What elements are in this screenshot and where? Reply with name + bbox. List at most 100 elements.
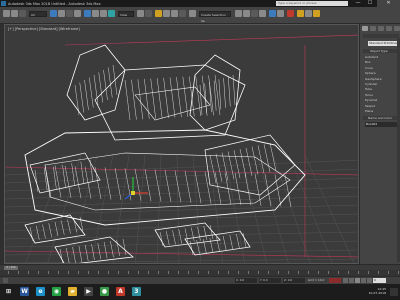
rotate-icon[interactable]	[92, 10, 99, 17]
pod-hatch	[89, 77, 94, 108]
named-selection-dropdown[interactable]: Create Selection Se	[199, 11, 231, 23]
media-icon[interactable]: ▶	[84, 287, 93, 296]
maximize-button[interactable]: ☐	[364, 0, 376, 7]
render-setup-icon[interactable]	[297, 10, 304, 17]
whatsapp-icon[interactable]: ◉	[52, 287, 61, 296]
undo-icon[interactable]	[3, 10, 10, 17]
object-type-plane[interactable]: Plane	[365, 109, 373, 113]
object-type-autogrid[interactable]: AutoGrid	[365, 55, 378, 59]
angle-snap-icon[interactable]	[163, 10, 170, 17]
object-type-cone[interactable]: Cone	[365, 66, 373, 70]
mech-wireframe-model[interactable]	[24, 44, 306, 264]
ie-icon[interactable]: e	[36, 287, 45, 296]
x-coordinate-field[interactable]: X: 0.0	[235, 278, 257, 283]
3dsmax-icon[interactable]: 3	[132, 287, 141, 296]
mirror-icon[interactable]	[235, 10, 242, 17]
3dsmax-app-icon[interactable]	[1, 1, 6, 6]
object-type-pyramid[interactable]: Pyramid	[365, 98, 377, 102]
window-title: Autodesk 3ds Max 2018 Untitled - Autodes…	[8, 1, 101, 6]
region-select-icon[interactable]	[66, 10, 73, 17]
y-coordinate-field[interactable]: Y: 0.0	[259, 278, 281, 283]
transform-gizmo[interactable]	[124, 177, 148, 200]
object-name-field[interactable]: Box001	[365, 122, 397, 127]
goto-start-icon[interactable]	[343, 278, 348, 283]
object-type-sphere[interactable]: Sphere	[365, 71, 376, 75]
hull-hatch	[134, 168, 142, 201]
close-button[interactable]: ✕	[377, 0, 400, 7]
maxscript-listener-icon[interactable]	[3, 278, 8, 283]
auto-key-button[interactable]	[329, 278, 341, 283]
select-by-name-icon[interactable]	[58, 10, 65, 17]
goto-end-icon[interactable]	[367, 278, 372, 283]
leg-hatch	[236, 233, 240, 249]
track-tick	[168, 271, 169, 274]
object-type-header[interactable]: Object Type	[370, 49, 388, 53]
turret-hatch	[131, 79, 137, 120]
track-tick	[48, 271, 49, 274]
object-type-box[interactable]: Box	[365, 60, 371, 64]
window-crossing-icon[interactable]	[74, 10, 81, 17]
leg-hatch	[191, 227, 195, 242]
spinner-snap-icon[interactable]	[179, 10, 186, 17]
redo-icon[interactable]	[11, 10, 18, 17]
object-type-geosphere[interactable]: GeoSphere	[365, 77, 382, 81]
current-frame-field[interactable]: 0	[373, 278, 386, 283]
primitive-type-dropdown[interactable]: Standard Primitives	[368, 41, 399, 46]
object-type-cylinder[interactable]: Cylinder	[365, 82, 377, 86]
leg-hatch	[122, 238, 127, 256]
grid-line	[224, 154, 245, 263]
select-object-icon[interactable]	[50, 10, 57, 17]
object-type-tube[interactable]: Tube	[365, 87, 372, 91]
taskbar-clock[interactable]: 12:45 10-07-2018	[369, 287, 386, 295]
motion-tab[interactable]	[386, 26, 392, 31]
percent-snap-icon[interactable]	[171, 10, 178, 17]
pivot-center-icon[interactable]	[137, 10, 144, 17]
create-tab[interactable]	[362, 26, 368, 31]
word-icon[interactable]: W	[20, 287, 29, 296]
align-icon[interactable]	[243, 10, 250, 17]
turret-hatch	[195, 76, 201, 117]
name-color-header[interactable]: Name and Color	[368, 116, 392, 120]
object-type-teapot[interactable]: Teapot	[365, 104, 375, 108]
link-icon[interactable]	[19, 10, 26, 17]
play-icon[interactable]	[355, 278, 360, 283]
viewport-label[interactable]: [+] [Perspective] [Standard] [Wireframe]	[8, 27, 80, 31]
turret-hatch	[169, 77, 176, 118]
place-icon[interactable]	[108, 10, 115, 17]
curve-editor-icon[interactable]	[269, 10, 276, 17]
pod-hatch	[108, 67, 113, 98]
schematic-view-icon[interactable]	[277, 10, 284, 17]
chrome-icon[interactable]: ●	[100, 287, 109, 296]
reference-coordinate-dropdown[interactable]: View	[118, 11, 134, 17]
folder-icon[interactable]: ▰	[68, 287, 77, 296]
notification-icon[interactable]	[390, 288, 398, 296]
gizmo-center[interactable]	[131, 191, 135, 195]
next-frame-icon[interactable]	[361, 278, 366, 283]
scale-icon[interactable]	[100, 10, 107, 17]
layer-explorer-icon[interactable]	[251, 10, 258, 17]
minimize-button[interactable]: —	[352, 0, 364, 7]
z-coordinate-field[interactable]: Z: 0.0	[283, 278, 305, 283]
autodesk-icon[interactable]: A	[116, 287, 125, 296]
leg-hatch	[172, 230, 176, 245]
modify-tab[interactable]	[370, 26, 376, 31]
keyword-search-input[interactable]: Type a keyword or phrase	[276, 1, 348, 6]
start-icon[interactable]: ⊞	[4, 287, 13, 296]
snaps-toggle-icon[interactable]	[155, 10, 162, 17]
keyboard-shortcut-icon[interactable]	[145, 10, 152, 17]
display-tab[interactable]	[394, 26, 400, 31]
track-tick	[328, 271, 329, 274]
material-editor-icon[interactable]	[287, 10, 294, 17]
perspective-viewport[interactable]: [+] [Perspective] [Standard] [Wireframe]	[4, 24, 359, 264]
object-type-torus[interactable]: Torus	[365, 93, 373, 97]
edit-named-selection-icon[interactable]	[189, 10, 196, 17]
graphite-toolbar-icon[interactable]	[259, 10, 266, 17]
track-tick	[118, 271, 119, 274]
prev-frame-icon[interactable]	[349, 278, 354, 283]
track-tick	[228, 271, 229, 274]
move-icon[interactable]	[84, 10, 91, 17]
rendered-frame-window-icon[interactable]	[305, 10, 312, 17]
selection-filter-dropdown[interactable]: All	[29, 11, 47, 17]
hierarchy-tab[interactable]	[378, 26, 384, 31]
render-production-icon[interactable]	[313, 10, 320, 17]
